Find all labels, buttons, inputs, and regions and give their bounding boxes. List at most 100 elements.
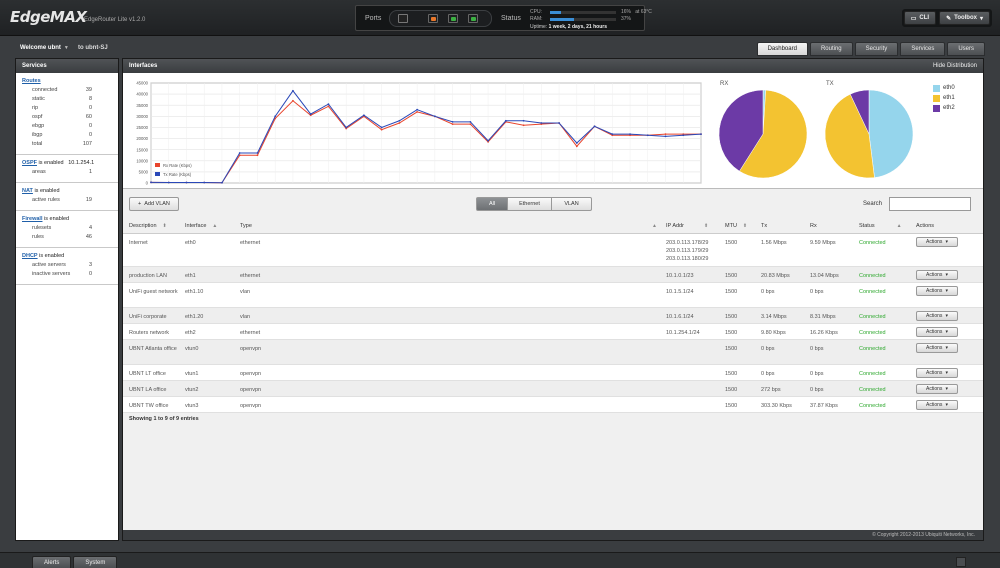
filter-all-button[interactable]: All bbox=[476, 197, 508, 211]
actions-button[interactable]: Actions ▾ bbox=[916, 384, 958, 394]
port-eth1-icon[interactable] bbox=[448, 14, 458, 23]
series-point-1 bbox=[150, 181, 152, 184]
service-row-label: inactive servers bbox=[32, 271, 71, 277]
actions-button[interactable]: Actions ▾ bbox=[916, 237, 958, 247]
console-port-icon[interactable] bbox=[398, 14, 408, 23]
cell-rx: 16.26 Kbps bbox=[810, 330, 838, 336]
pie-legend: eth0 eth1 eth2 bbox=[933, 83, 955, 113]
col-ip-addr[interactable]: IP Addr ⬍ bbox=[666, 223, 708, 229]
cell-rx: 9.59 Mbps bbox=[810, 240, 836, 246]
cell-type: openvpn bbox=[240, 403, 262, 409]
cell-status: Connected bbox=[859, 273, 886, 279]
dhcp-link[interactable]: DHCP bbox=[22, 253, 38, 259]
col-type[interactable]: Type ▲ bbox=[240, 223, 657, 229]
ospf-link[interactable]: OSPF bbox=[22, 160, 37, 166]
legend-swatch bbox=[933, 84, 940, 92]
service-row-label: static bbox=[32, 96, 45, 102]
chevron-down-icon: ▾ bbox=[945, 386, 948, 392]
search-input[interactable] bbox=[889, 197, 971, 211]
sort-asc-icon: ▲ bbox=[651, 223, 657, 229]
actions-button[interactable]: Actions ▾ bbox=[916, 286, 958, 296]
col-interface[interactable]: Interface ▲ bbox=[185, 223, 217, 229]
series-point-1 bbox=[292, 89, 294, 92]
pie-legend-item: eth1 bbox=[933, 93, 955, 103]
col-status[interactable]: Status ▲ bbox=[859, 223, 902, 229]
nat-link[interactable]: NAT bbox=[22, 188, 33, 194]
service-row: rip 0 bbox=[22, 104, 112, 113]
tab-routing[interactable]: Routing bbox=[809, 42, 853, 56]
cell-type: ethernet bbox=[240, 330, 261, 336]
col-description[interactable]: Description ⬍ bbox=[129, 223, 167, 229]
table-row: Internet eth0 ethernet 1500 1.56 Mbps 9.59 Mb… bbox=[123, 234, 983, 267]
search-label: Search bbox=[863, 201, 883, 207]
status-box: Ports Status CPU: 16% at 63°C RAM: 37% U… bbox=[355, 5, 652, 31]
cli-button[interactable]: ▭ CLI bbox=[903, 11, 937, 25]
cell-status: Connected bbox=[859, 403, 886, 409]
tab-system[interactable]: System bbox=[73, 556, 118, 568]
series-point-0 bbox=[292, 99, 294, 102]
rx-pie-chart bbox=[718, 89, 808, 179]
cell-tx: 272 bps bbox=[761, 387, 781, 393]
tab-services[interactable]: Services bbox=[900, 42, 946, 56]
series-point-1 bbox=[593, 125, 596, 128]
tab-security[interactable]: Security bbox=[854, 42, 899, 56]
tab-alerts[interactable]: Alerts bbox=[32, 556, 72, 568]
actions-button-label: Actions bbox=[926, 345, 943, 351]
uptime: Uptime: 1 week, 2 days, 21 hours bbox=[530, 24, 607, 30]
hide-distribution-link[interactable]: Hide Distribution bbox=[933, 63, 977, 69]
chevron-down-icon: ▾ bbox=[945, 272, 948, 278]
filter-ethernet-button[interactable]: Ethernet bbox=[508, 197, 552, 211]
series-point-1 bbox=[487, 139, 489, 142]
interfaces-table: Description ⬍ Interface ▲ Type ▲ IP Addr ⬍ M… bbox=[123, 219, 983, 422]
top-bar: EdgeMAX EdgeRouter Lite v1.2.0 Ports Sta… bbox=[0, 0, 1000, 36]
toolbox-button[interactable]: ✎ Toolbox ▾ bbox=[939, 11, 990, 25]
expand-panel-icon[interactable] bbox=[956, 557, 966, 567]
series-point-1 bbox=[611, 133, 614, 136]
series-point-1 bbox=[203, 181, 206, 184]
service-row-value: 19 bbox=[85, 197, 92, 203]
port-eth2-icon[interactable] bbox=[468, 14, 478, 23]
services-panel: Services Routes connected 39 static 8 rip 0 os… bbox=[15, 58, 119, 541]
cell-mtu: 1500 bbox=[725, 371, 738, 377]
cell-interface: eth1.10 bbox=[185, 289, 204, 295]
cell-tx: 0 bps bbox=[761, 346, 775, 352]
cell-interface: eth1.20 bbox=[185, 314, 204, 320]
service-row-label: active servers bbox=[32, 262, 66, 268]
actions-button[interactable]: Actions ▾ bbox=[916, 327, 958, 337]
col-mtu[interactable]: MTU ⬍ bbox=[725, 223, 747, 229]
chevron-down-icon: ▾ bbox=[945, 239, 948, 245]
filter-vlan-button[interactable]: VLAN bbox=[552, 197, 592, 211]
sort-asc-icon: ▲ bbox=[896, 223, 902, 229]
col-rx[interactable]: Rx bbox=[810, 223, 817, 229]
legend-swatch-0 bbox=[155, 163, 160, 167]
cell-status: Connected bbox=[859, 314, 886, 320]
cell-interface: eth2 bbox=[185, 330, 196, 336]
terminal-icon: ▭ bbox=[910, 15, 917, 22]
add-vlan-button[interactable]: + Add VLAN bbox=[129, 197, 179, 211]
series-point-1 bbox=[363, 114, 365, 117]
legend-label: eth0 bbox=[943, 85, 955, 91]
ports-label: Ports bbox=[365, 15, 382, 22]
port-eth0-icon[interactable] bbox=[428, 14, 438, 23]
ram-meter bbox=[550, 18, 616, 21]
y-tick-label: 15000 bbox=[136, 147, 148, 152]
port-eth2-indicator bbox=[471, 17, 476, 21]
actions-button[interactable]: Actions ▾ bbox=[916, 400, 958, 410]
actions-button[interactable]: Actions ▾ bbox=[916, 270, 958, 280]
sort-icon: ⬍ bbox=[162, 223, 167, 229]
routes-link[interactable]: Routes bbox=[22, 78, 41, 84]
tab-users[interactable]: Users bbox=[947, 42, 985, 56]
y-tick-label: 25000 bbox=[136, 125, 148, 130]
cell-interface: eth1 bbox=[185, 273, 196, 279]
firewall-link[interactable]: Firewall bbox=[22, 216, 42, 222]
tab-dashboard[interactable]: Dashboard bbox=[756, 42, 808, 56]
actions-button-label: Actions bbox=[926, 288, 943, 294]
actions-button[interactable]: Actions ▾ bbox=[916, 368, 958, 378]
cell-status: Connected bbox=[859, 387, 886, 393]
actions-button[interactable]: Actions ▾ bbox=[916, 343, 958, 353]
actions-button[interactable]: Actions ▾ bbox=[916, 311, 958, 321]
chevron-down-icon: ▾ bbox=[945, 313, 948, 319]
col-tx[interactable]: Tx bbox=[761, 223, 767, 229]
service-row-value: 46 bbox=[85, 234, 92, 240]
user-menu[interactable]: Welcome ubnt ▼ bbox=[20, 45, 69, 51]
